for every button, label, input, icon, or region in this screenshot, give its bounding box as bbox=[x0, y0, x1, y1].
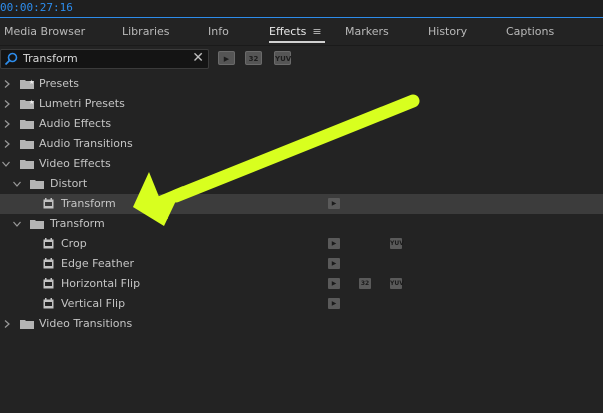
tree-item-video-effects[interactable]: Video Effects bbox=[0, 154, 603, 174]
tree-item-distort[interactable]: Distort bbox=[0, 174, 603, 194]
tree-item-presets[interactable]: ★ Presets bbox=[0, 74, 603, 94]
tree-item-crop[interactable]: Crop ▶ YUV bbox=[0, 234, 603, 254]
preset-folder-icon: ★ bbox=[20, 79, 34, 89]
preset-folder-icon: ★ bbox=[20, 99, 34, 109]
tab-markers[interactable]: Markers bbox=[345, 25, 389, 43]
search-box[interactable]: ✕ bbox=[0, 49, 209, 69]
chevron-down-icon[interactable] bbox=[13, 220, 21, 228]
tree-item-horizontal-flip[interactable]: Horizontal Flip ▶ 32 YUV bbox=[0, 274, 603, 294]
chevron-down-icon[interactable] bbox=[2, 160, 10, 168]
active-tab-indicator bbox=[269, 41, 325, 43]
effect-icon bbox=[43, 258, 54, 269]
32bit-badge: 32 bbox=[359, 278, 371, 289]
accelerated-badge: ▶ bbox=[328, 198, 340, 209]
tab-media-browser[interactable]: Media Browser bbox=[4, 25, 85, 43]
tree-item-lumetri-presets[interactable]: ★ Lumetri Presets bbox=[0, 94, 603, 114]
tree-item-audio-transitions[interactable]: Audio Transitions bbox=[0, 134, 603, 154]
yuv-badge: YUV bbox=[390, 238, 404, 249]
folder-icon bbox=[20, 140, 34, 149]
accelerated-badge: ▶ bbox=[328, 238, 340, 249]
effect-icon bbox=[43, 298, 54, 309]
tree-item-audio-effects[interactable]: Audio Effects bbox=[0, 114, 603, 134]
panel-menu-icon[interactable]: ≡ bbox=[312, 25, 321, 38]
tab-info[interactable]: Info bbox=[208, 25, 229, 43]
chevron-right-icon[interactable] bbox=[3, 80, 11, 88]
yuv-filter-button[interactable]: YUV bbox=[274, 51, 291, 65]
folder-icon bbox=[20, 120, 34, 129]
effects-panel: 00:00:27:16 Media Browser Libraries Info… bbox=[0, 0, 603, 413]
timecode-bar: 00:00:27:16 bbox=[0, 0, 603, 18]
accelerated-badge: ▶ bbox=[328, 278, 340, 289]
chevron-right-icon[interactable] bbox=[3, 120, 11, 128]
tab-effects[interactable]: Effects ≡ bbox=[269, 25, 325, 43]
tree-item-video-transitions[interactable]: Video Transitions bbox=[0, 314, 603, 334]
accelerated-badge: ▶ bbox=[328, 258, 340, 269]
folder-icon bbox=[20, 320, 34, 329]
effect-icon bbox=[43, 278, 54, 289]
32bit-filter-button[interactable]: 32 bbox=[245, 51, 262, 65]
tab-captions[interactable]: Captions bbox=[506, 25, 554, 43]
effects-tree: ★ Presets ★ Lumetri Presets Audio Effect… bbox=[0, 74, 603, 334]
effect-icon bbox=[43, 198, 54, 209]
tree-item-transform-folder[interactable]: Transform bbox=[0, 214, 603, 234]
playhead-timecode[interactable]: 00:00:27:16 bbox=[0, 1, 73, 14]
tree-item-edge-feather[interactable]: Edge Feather ▶ bbox=[0, 254, 603, 274]
accelerated-badge: ▶ bbox=[328, 298, 340, 309]
tab-effects-label: Effects bbox=[269, 25, 307, 38]
chevron-right-icon[interactable] bbox=[3, 320, 11, 328]
search-input[interactable] bbox=[23, 51, 188, 66]
search-filter-row: ✕ ▶ 32 YUV bbox=[0, 47, 603, 71]
effect-icon bbox=[43, 238, 54, 249]
accelerated-effects-filter-button[interactable]: ▶ bbox=[218, 51, 235, 65]
svg-text:★: ★ bbox=[29, 99, 34, 106]
folder-icon bbox=[20, 160, 34, 169]
yuv-badge: YUV bbox=[390, 278, 404, 289]
svg-text:★: ★ bbox=[29, 79, 34, 86]
clear-search-icon[interactable]: ✕ bbox=[192, 50, 204, 66]
folder-icon bbox=[30, 220, 44, 229]
chevron-right-icon[interactable] bbox=[3, 140, 11, 148]
panel-tab-bar: Media Browser Libraries Info Effects ≡ Ma… bbox=[0, 21, 603, 46]
tab-libraries[interactable]: Libraries bbox=[122, 25, 170, 43]
search-icon bbox=[4, 52, 18, 66]
folder-icon bbox=[30, 180, 44, 189]
chevron-down-icon[interactable] bbox=[13, 180, 21, 188]
tree-item-distort-transform[interactable]: Transform ▶ bbox=[0, 194, 603, 214]
tab-history[interactable]: History bbox=[428, 25, 467, 43]
tree-item-vertical-flip[interactable]: Vertical Flip ▶ bbox=[0, 294, 603, 314]
chevron-right-icon[interactable] bbox=[3, 100, 11, 108]
